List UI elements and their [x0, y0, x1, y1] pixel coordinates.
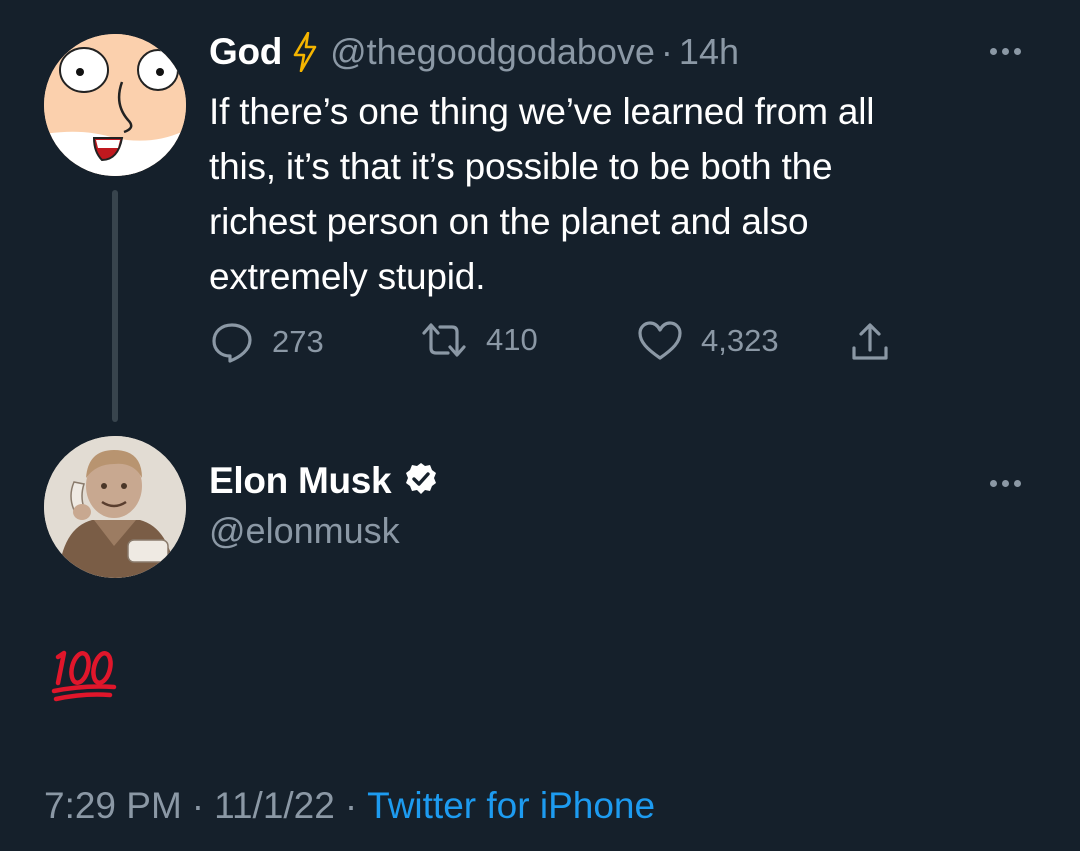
- reply-icon: [212, 323, 252, 363]
- meta-separator: ·: [344, 785, 358, 826]
- retweet-icon: [422, 323, 466, 357]
- tweet-source-link[interactable]: Twitter for iPhone: [367, 785, 655, 827]
- reply-handle[interactable]: @elonmusk: [209, 510, 400, 552]
- reply-button[interactable]: 273: [210, 320, 324, 364]
- cartoon-face-icon: [44, 34, 186, 176]
- hundred-points-emoji: [50, 645, 120, 705]
- reply-count: 273: [272, 324, 324, 359]
- like-count: 4,323: [701, 323, 779, 358]
- like-button[interactable]: 4,323: [637, 320, 779, 362]
- parent-more-options-icon[interactable]: [990, 48, 1021, 55]
- parent-display-name[interactable]: God: [209, 31, 282, 73]
- lightning-bolt-icon: [292, 32, 318, 72]
- tweet-meta: 7:29 PM · 11/1/22 · Twitter for iPhone: [44, 785, 655, 827]
- god-avatar[interactable]: [44, 34, 186, 176]
- share-icon: [852, 323, 888, 360]
- parent-tweet-header: God @thegoodgodabove · 14h: [209, 28, 739, 76]
- tweet-text-line: richest person on the planet and also: [209, 201, 809, 242]
- parent-handle[interactable]: @thegoodgodabove: [330, 31, 655, 73]
- header-separator: ·: [660, 31, 673, 72]
- elonmusk-avatar[interactable]: [44, 436, 186, 578]
- tweet-text-line: extremely stupid.: [209, 256, 486, 297]
- reply-more-options-icon[interactable]: [990, 480, 1021, 487]
- parent-time-ago[interactable]: 14h: [679, 31, 739, 73]
- parent-tweet-text: If there’s one thing we’ve learned from …: [209, 84, 1009, 304]
- thread-connector-line: [112, 190, 118, 422]
- reply-display-name[interactable]: Elon Musk: [209, 460, 392, 502]
- tweet-time[interactable]: 7:29 PM: [44, 785, 182, 827]
- heart-icon: [638, 321, 682, 360]
- reply-header: Elon Musk: [209, 460, 439, 502]
- share-button[interactable]: [848, 320, 892, 364]
- verified-badge-icon: [403, 461, 439, 502]
- retweet-count: 410: [486, 322, 538, 357]
- tweet-text-line: If there’s one thing we’ve learned from …: [209, 91, 875, 132]
- child-photo-avatar-icon: [44, 436, 186, 578]
- tweet-date[interactable]: 11/1/22: [214, 785, 335, 827]
- meta-separator: ·: [191, 785, 205, 826]
- tweet-text-line: this, it’s that it’s possible to be both…: [209, 146, 833, 187]
- retweet-button[interactable]: 410: [420, 320, 538, 360]
